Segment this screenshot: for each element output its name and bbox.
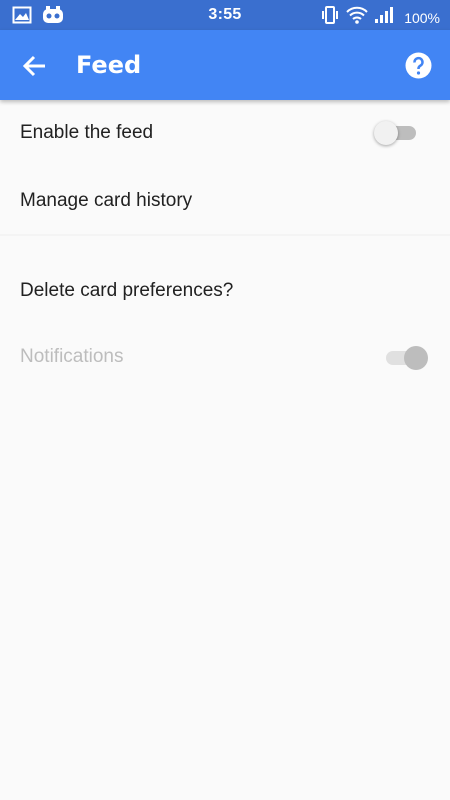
enable-feed-toggle[interactable]	[374, 118, 422, 148]
setting-manage-card-history[interactable]: Manage card history	[0, 168, 450, 234]
toggle-thumb	[374, 121, 398, 145]
divider	[0, 234, 450, 236]
status-bar: 3:55 100%	[0, 0, 450, 30]
setting-enable-feed[interactable]: Enable the feed	[0, 100, 450, 166]
battery-level: 100%	[404, 9, 440, 26]
notifications-toggle	[380, 343, 428, 373]
help-icon	[405, 52, 432, 79]
enable-feed-label: Enable the feed	[20, 122, 154, 143]
manage-history-label: Manage card history	[20, 190, 193, 211]
notifications-label: Notifications	[20, 346, 124, 367]
page-title: Feed	[76, 51, 142, 79]
signal-icon	[374, 6, 394, 29]
delete-prefs-label: Delete card preferences?	[20, 280, 234, 301]
setting-delete-card-preferences[interactable]: Delete card preferences?	[0, 258, 450, 324]
vibrate-icon	[320, 6, 340, 29]
back-button[interactable]	[22, 53, 48, 79]
toggle-thumb	[404, 346, 428, 370]
help-button[interactable]	[405, 52, 432, 79]
arrow-back-icon	[22, 55, 45, 77]
wifi-icon	[346, 6, 368, 29]
setting-notifications: Notifications	[0, 324, 450, 390]
app-bar: Feed	[0, 30, 450, 100]
